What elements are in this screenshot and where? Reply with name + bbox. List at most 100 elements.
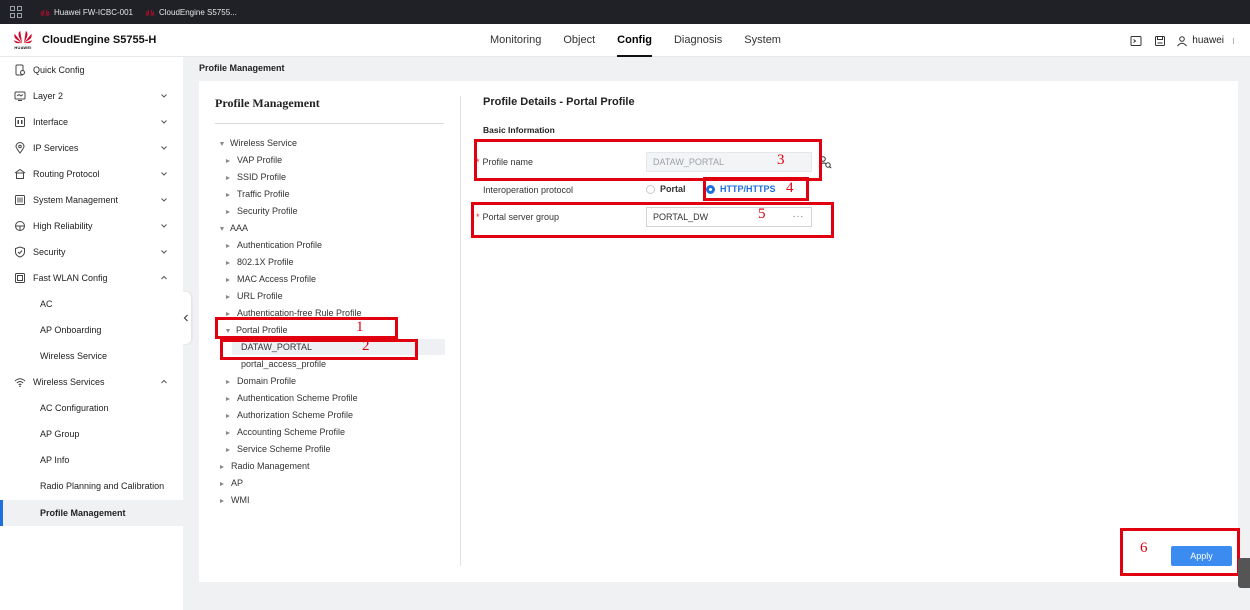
tree-node-security-profile[interactable]: Security Profile: [226, 206, 298, 216]
tree-node-portal-access-profile[interactable]: portal_access_profile: [241, 359, 326, 369]
nav-monitoring[interactable]: Monitoring: [490, 24, 541, 57]
browser-tab-bar: Huawei FW-ICBC-001 CloudEngine S5755...: [0, 0, 1250, 24]
tree-node-label: Wireless Service: [230, 138, 298, 148]
tree-node-vap-profile[interactable]: VAP Profile: [226, 155, 282, 165]
radio-portal[interactable]: Portal: [646, 184, 686, 194]
tree-node-8021x-profile[interactable]: 802.1X Profile: [226, 257, 294, 267]
caret-right-icon: [226, 260, 230, 265]
annotation-box-3: [474, 139, 822, 181]
sidebar-item-interface[interactable]: Interface: [0, 109, 183, 135]
sidebar-item-wireless-services[interactable]: Wireless Services: [0, 369, 183, 395]
side-float-widget[interactable]: [1238, 558, 1250, 588]
chevron-down-icon: [161, 146, 167, 150]
sidebar-item-label: System Management: [33, 195, 119, 205]
sidebar-subitem-ac[interactable]: AC: [0, 291, 183, 317]
tree-node-label: WMI: [231, 495, 250, 505]
tree-node-aaa[interactable]: AAA: [220, 223, 248, 233]
sidebar-item-ip-services[interactable]: IP Services: [0, 135, 183, 161]
huawei-logo-icon: [144, 9, 155, 16]
tree-node-radio-management[interactable]: Radio Management: [220, 461, 310, 471]
shield-icon: [15, 246, 25, 258]
sidebar-subitem-ap-info[interactable]: AP Info: [0, 447, 183, 473]
caret-right-icon: [226, 192, 230, 197]
tree-node-ap[interactable]: AP: [220, 478, 243, 488]
annotation-box-6: [1120, 528, 1240, 576]
tree-node-ssid-profile[interactable]: SSID Profile: [226, 172, 286, 182]
browser-tab-firewall[interactable]: Huawei FW-ICBC-001: [40, 8, 133, 17]
caret-right-icon: [226, 447, 230, 452]
user-icon[interactable]: [1176, 35, 1188, 47]
sidebar-item-label: IP Services: [33, 143, 79, 153]
tree-node-authentication-profile[interactable]: Authentication Profile: [226, 240, 322, 250]
tree-node-label: AAA: [230, 223, 249, 233]
nav-config[interactable]: Config: [617, 24, 652, 57]
huawei-logo-icon: [13, 30, 33, 44]
profile-management-title: Profile Management: [215, 96, 320, 110]
tree-node-url-profile[interactable]: URL Profile: [226, 291, 283, 301]
tree-node-wmi[interactable]: WMI: [220, 495, 250, 505]
tree-node-label: Authentication Profile: [237, 240, 323, 250]
app-header: HUAWEI CloudEngine S5755-H Monitoring Ob…: [0, 24, 1250, 57]
sidebar-subitem-ac-configuration[interactable]: AC Configuration: [0, 395, 183, 421]
sidebar-collapse-handle[interactable]: [181, 292, 191, 344]
tree-node-traffic-profile[interactable]: Traffic Profile: [226, 189, 290, 199]
annotation-box-5: [471, 202, 834, 238]
sidebar-subitem-wireless-service[interactable]: Wireless Service: [0, 343, 183, 369]
tree-node-accounting-scheme-profile[interactable]: Accounting Scheme Profile: [226, 427, 345, 437]
chevron-up-icon: [161, 275, 167, 280]
huawei-logo-icon: [40, 9, 50, 16]
sidebar-subitem-radio-planning[interactable]: Radio Planning and Calibration: [0, 473, 183, 499]
sidebar-subitem-ap-onboarding[interactable]: AP Onboarding: [0, 317, 183, 343]
interface-icon: [15, 117, 25, 127]
username[interactable]: huawei: [1192, 35, 1224, 46]
sidebar-subitem-profile-management[interactable]: Profile Management: [0, 500, 183, 526]
huawei-logo: HUAWEI: [12, 29, 34, 51]
tree-node-domain-profile[interactable]: Domain Profile: [226, 376, 296, 386]
tree-node-label: Security Profile: [237, 206, 298, 216]
fast-wlan-icon: [15, 273, 25, 283]
ip-services-icon: [15, 142, 25, 154]
sidebar-item-fast-wlan-config[interactable]: Fast WLAN Config: [0, 265, 183, 291]
chevron-down-icon: [161, 94, 167, 98]
terminal-icon[interactable]: [1130, 35, 1142, 47]
annotation-number-4: 4: [786, 180, 794, 196]
sidebar-item-quick-config[interactable]: Quick Config: [0, 57, 183, 83]
caret-right-icon: [226, 413, 230, 418]
basic-information-heading: Basic Information: [483, 125, 555, 135]
browser-tab-cloudengine[interactable]: CloudEngine S5755...: [144, 8, 237, 17]
annotation-number-2: 2: [362, 338, 370, 354]
tree-node-wireless-service[interactable]: Wireless Service: [220, 138, 297, 148]
more-vertical-icon[interactable]: [1232, 35, 1238, 47]
caret-down-icon: [220, 141, 224, 146]
chevron-left-icon: [183, 314, 188, 322]
tree-node-service-scheme-profile[interactable]: Service Scheme Profile: [226, 444, 331, 454]
sidebar-item-high-reliability[interactable]: High Reliability: [0, 213, 183, 239]
sidebar-item-layer-2[interactable]: Layer 2: [0, 83, 183, 109]
sidebar-subitem-ap-group[interactable]: AP Group: [0, 421, 183, 447]
routing-icon: [14, 168, 26, 179]
sidebar-item-system-management[interactable]: System Management: [0, 187, 183, 213]
annotation-box-2: [220, 339, 418, 360]
sidebar-item-routing-protocol[interactable]: Routing Protocol: [0, 161, 183, 187]
tree-node-label: 802.1X Profile: [237, 257, 294, 267]
tree-node-authentication-scheme-profile[interactable]: Authentication Scheme Profile: [226, 393, 358, 403]
annotation-number-6: 6: [1140, 540, 1148, 556]
sidebar-item-security[interactable]: Security: [0, 239, 183, 265]
tree-node-authorization-scheme-profile[interactable]: Authorization Scheme Profile: [226, 410, 353, 420]
chevron-up-icon: [161, 379, 167, 384]
tree-node-label: VAP Profile: [237, 155, 283, 165]
save-config-icon[interactable]: [1154, 35, 1166, 47]
sidebar: Quick Config Layer 2 Interface IP Servic…: [0, 57, 183, 610]
caret-right-icon: [220, 481, 224, 486]
tree-node-mac-access-profile[interactable]: MAC Access Profile: [226, 274, 316, 284]
brand[interactable]: HUAWEI CloudEngine S5755-H: [12, 29, 156, 51]
quick-config-icon: [15, 64, 25, 76]
title-separator: [215, 123, 444, 124]
nav-diagnosis[interactable]: Diagnosis: [674, 24, 722, 57]
chevron-down-icon: [161, 120, 167, 124]
apps-grid-icon[interactable]: [10, 6, 22, 18]
wifi-icon: [14, 378, 26, 388]
nav-object[interactable]: Object: [563, 24, 595, 57]
tree-node-label: Authorization Scheme Profile: [237, 410, 354, 420]
nav-system[interactable]: System: [744, 24, 781, 57]
